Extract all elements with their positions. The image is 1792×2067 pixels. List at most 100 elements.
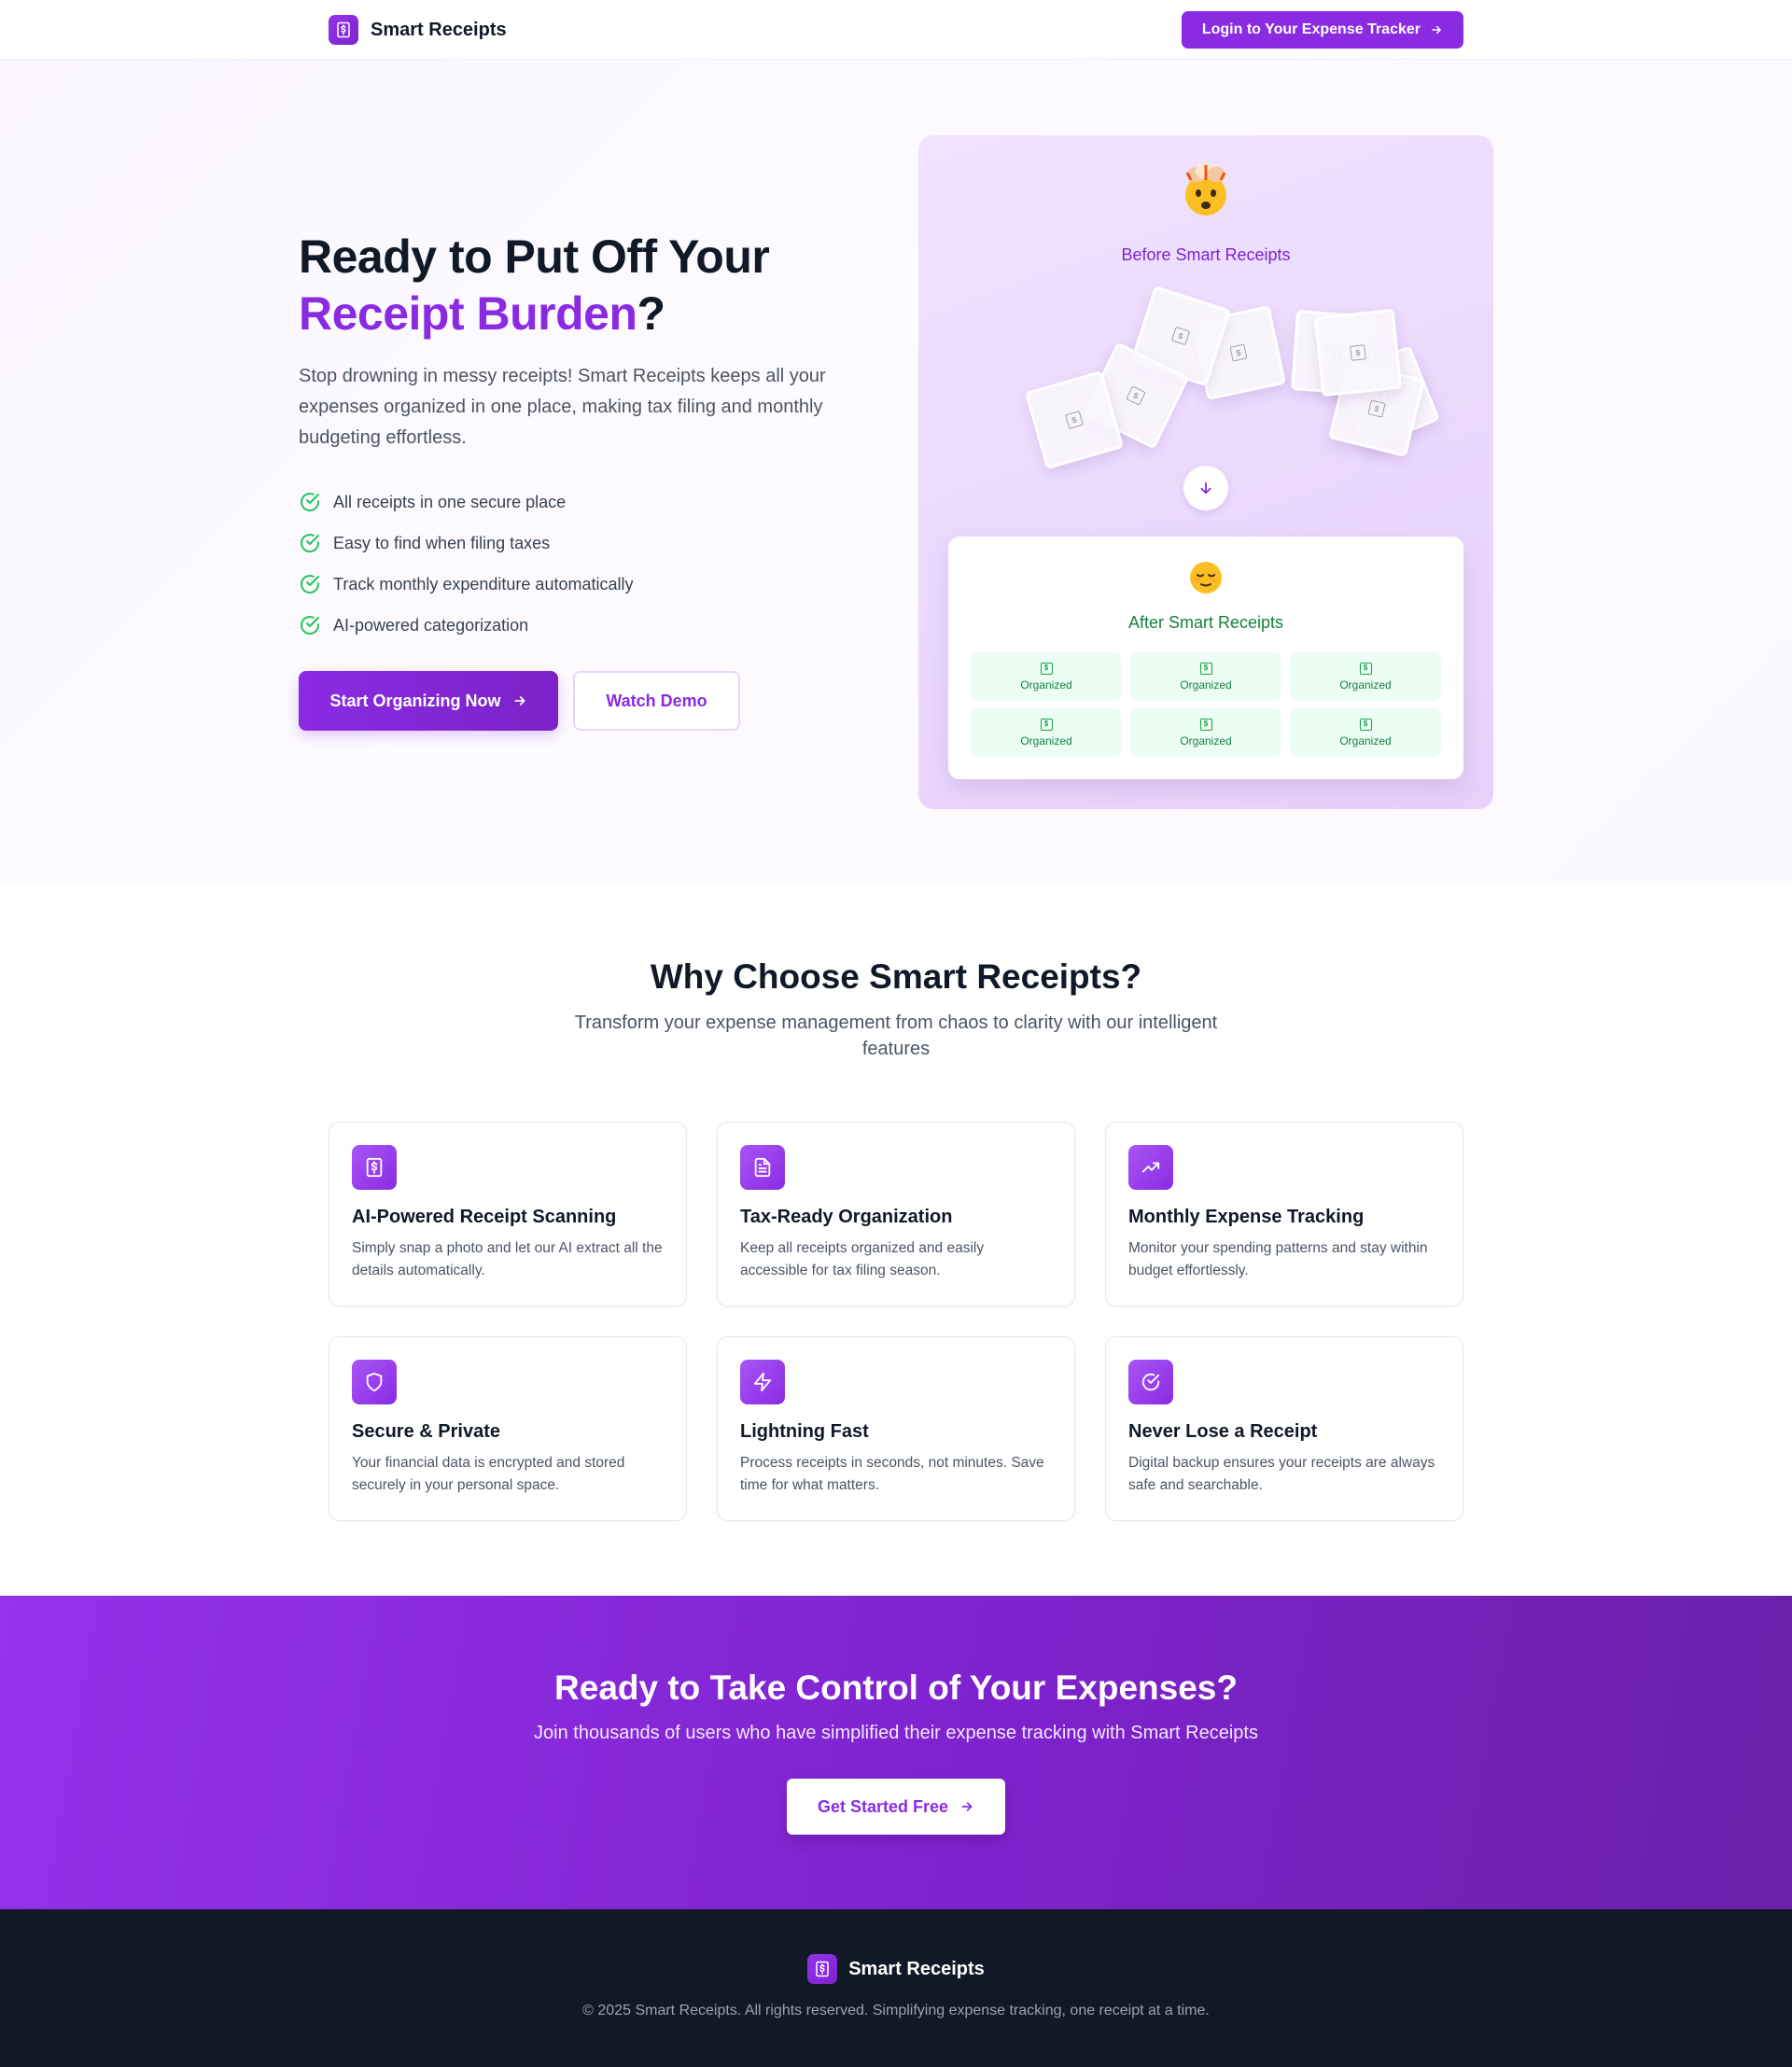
features-grid: AI-Powered Receipt Scanning Simply snap … [329, 1122, 1463, 1521]
scattered-receipt: $ [1313, 308, 1403, 398]
exploding-head-icon [1185, 162, 1226, 216]
hero-section: Ready to Put Off Your Receipt Burden? St… [0, 60, 1792, 883]
site-footer: Smart Receipts © 2025 Smart Receipts. Al… [0, 1909, 1792, 2067]
feature-card: AI-Powered Receipt Scanning Simply snap … [329, 1122, 687, 1306]
relieved-face-icon [1190, 562, 1222, 594]
check-circle-icon [301, 493, 319, 511]
hero-title: Ready to Put Off Your Receipt Burden? [299, 229, 877, 342]
get-started-label: Get Started Free [817, 1796, 949, 1816]
benefit-item: AI-powered categorization [299, 605, 877, 646]
hero-content: Ready to Put Off Your Receipt Burden? St… [299, 229, 877, 731]
features-title: Why Choose Smart Receipts? [650, 957, 1142, 996]
organized-label: Organized [1020, 733, 1072, 747]
feature-card: Never Lose a Receipt Digital backup ensu… [1105, 1336, 1463, 1521]
receipt-icon: $ [1170, 326, 1191, 346]
feature-description: Digital backup ensures your receipts are… [1128, 1455, 1435, 1493]
feature-title: AI-Powered Receipt Scanning [352, 1207, 617, 1227]
organized-cell: $ Organized [1290, 708, 1441, 757]
organized-cell: $ Organized [1130, 652, 1281, 701]
arrow-right-icon [514, 696, 525, 705]
start-organizing-button[interactable]: Start Organizing Now [299, 671, 558, 731]
exploding-head-emoji [918, 160, 1493, 219]
cta-title: Ready to Take Control of Your Expenses? [554, 1669, 1238, 1707]
footer-brand-name: Smart Receipts [848, 1958, 985, 1979]
start-organizing-label: Start Organizing Now [329, 691, 501, 710]
lightning-icon [740, 1360, 785, 1404]
benefit-label: Easy to find when filing taxes [333, 533, 551, 552]
check-circle-icon [301, 616, 319, 635]
hero-description: Stop drowning in messy receipts! Smart R… [299, 366, 826, 448]
arrow-right-icon [961, 1802, 973, 1811]
receipt-icon: $ [1040, 662, 1053, 675]
features-subtitle: Transform your expense management from c… [574, 1013, 1218, 1059]
feature-title: Secure & Private [352, 1421, 500, 1442]
trending-up-icon [1128, 1145, 1173, 1190]
hero-title-line1: Ready to Put Off Your [299, 230, 770, 283]
relieved-face-emoji [948, 561, 1463, 594]
benefit-label: Track monthly expenditure automatically [333, 574, 634, 594]
feature-title: Tax-Ready Organization [740, 1207, 953, 1227]
receipt-icon: $ [1126, 385, 1146, 406]
footer-brand: Smart Receipts [329, 1954, 1463, 1984]
feature-card: Secure & Private Your financial data is … [329, 1336, 687, 1521]
feature-card: Monthly Expense Tracking Monitor your sp… [1105, 1122, 1463, 1306]
get-started-button[interactable]: Get Started Free [787, 1779, 1005, 1835]
feature-card: Tax-Ready Organization Keep all receipts… [717, 1122, 1075, 1306]
arrow-right-icon [1432, 25, 1441, 35]
receipt-icon: $ [1367, 399, 1386, 418]
feature-title: Monthly Expense Tracking [1128, 1207, 1365, 1227]
cta-section: Ready to Take Control of Your Expenses? … [0, 1596, 1792, 1909]
check-circle-icon [301, 575, 319, 594]
organized-label: Organized [1180, 677, 1232, 691]
arrow-down-icon [1200, 482, 1211, 495]
features-section: Why Choose Smart Receipts? Transform you… [0, 883, 1792, 1596]
login-button-label: Login to Your Expense Tracker [1201, 21, 1421, 37]
benefit-label: All receipts in one secure place [333, 492, 567, 511]
receipt-logo-icon [329, 15, 358, 45]
shield-icon [352, 1360, 397, 1404]
check-circle-icon [1128, 1360, 1173, 1404]
receipt-icon: $ [1359, 718, 1372, 731]
brand-name: Smart Receipts [371, 19, 507, 40]
feature-title: Lightning Fast [740, 1421, 869, 1442]
organized-label: Organized [1339, 677, 1392, 691]
feature-description: Keep all receipts organized and easily a… [740, 1240, 985, 1278]
feature-description: Your financial data is encrypted and sto… [352, 1455, 625, 1493]
feature-card: Lightning Fast Process receipts in secon… [717, 1336, 1075, 1521]
feature-description: Monitor your spending patterns and stay … [1128, 1240, 1428, 1278]
receipt-icon: $ [1199, 662, 1212, 675]
feature-description: Simply snap a photo and let our AI extra… [352, 1240, 663, 1278]
receipt-icon: $ [1350, 344, 1366, 361]
after-panel: After Smart Receipts $ Organized $ Organiz… [948, 537, 1463, 779]
arrow-down-indicator [1183, 466, 1228, 510]
organized-cell: $ Organized [971, 652, 1122, 701]
receipt-icon: $ [1199, 718, 1212, 731]
brand[interactable]: Smart Receipts [329, 15, 507, 45]
watch-demo-button[interactable]: Watch Demo [573, 671, 740, 731]
organized-cell: $ Organized [1290, 652, 1441, 701]
receipt-icon: $ [1065, 411, 1084, 429]
receipt-icon: $ [1040, 718, 1053, 731]
organized-label: Organized [1020, 677, 1072, 691]
receipt-logo-icon [807, 1954, 838, 1984]
benefit-item: Track monthly expenditure automatically [299, 564, 877, 605]
benefit-label: AI-powered categorization [333, 615, 529, 635]
benefits-list: All receipts in one secure place Easy to… [299, 482, 877, 646]
receipt-icon: $ [1359, 662, 1372, 675]
organized-label: Organized [1339, 733, 1392, 747]
check-circle-icon [301, 534, 319, 552]
hero-title-accent: Receipt Burden [299, 287, 637, 340]
receipt-icon [352, 1145, 397, 1190]
organized-cell: $ Organized [1130, 708, 1281, 757]
login-button[interactable]: Login to Your Expense Tracker [1181, 11, 1463, 49]
feature-title: Never Lose a Receipt [1128, 1421, 1318, 1442]
organized-grid: $ Organized $ Organized $ Organized $ Organi… [971, 652, 1441, 757]
organized-label: Organized [1180, 733, 1232, 747]
benefit-item: All receipts in one secure place [299, 482, 877, 523]
footer-copyright: © 2025 Smart Receipts. All rights reserv… [582, 2003, 1210, 2018]
after-label: After Smart Receipts [1127, 613, 1284, 632]
hero-buttons: Start Organizing Now Watch Demo [299, 671, 877, 731]
document-icon [740, 1145, 785, 1190]
organized-cell: $ Organized [971, 708, 1122, 757]
before-label: Before Smart Receipts [1121, 245, 1291, 264]
